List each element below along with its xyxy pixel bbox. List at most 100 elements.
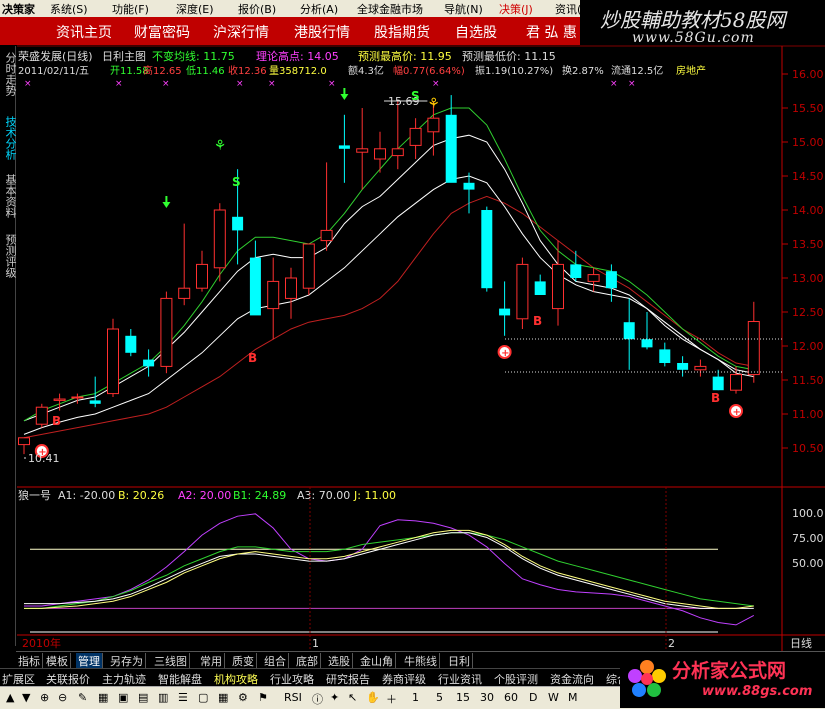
candle-body-up	[694, 365, 707, 371]
buy-mark-3: B	[533, 314, 542, 328]
flower-logo-icon	[628, 660, 666, 697]
draw-icon[interactable]: ✎	[78, 691, 87, 704]
tab-save-as[interactable]: 另存为	[108, 653, 146, 669]
predict-high: 预测最高价: 11.95	[358, 49, 452, 63]
candle-body-down	[677, 363, 689, 370]
window-icon[interactable]: ▣	[118, 691, 128, 704]
signal-marks: +++⚘⚘	[24, 88, 743, 459]
price-tick-label: 12.00	[792, 340, 824, 353]
candle-body-down	[249, 257, 261, 316]
price-tick-label: 16.00	[792, 68, 824, 81]
tab-transform[interactable]: 质变	[230, 653, 257, 669]
zoom-in-icon[interactable]: ⊕	[40, 691, 49, 704]
tab-three-line[interactable]: 三线图	[152, 653, 190, 669]
info-amplitude: 振1.19(10.27%)	[475, 64, 553, 77]
candle-body-up	[730, 374, 742, 391]
low-price-label: 10.41	[28, 452, 60, 465]
ma-green-line	[23, 107, 754, 422]
btn-main-track[interactable]: 主力轨迹	[102, 671, 146, 687]
tab-indicator[interactable]: 指标	[16, 653, 43, 669]
bar-chart-icon[interactable]: ▥	[158, 691, 168, 704]
btn-period-week[interactable]: W	[548, 691, 559, 704]
plus-icon[interactable]: ＋	[386, 691, 397, 707]
tab-manage[interactable]: 管理	[76, 653, 103, 669]
arrow-up-icon[interactable]: ▲	[6, 691, 14, 704]
table-icon[interactable]: ▦	[218, 691, 228, 704]
btn-research-report[interactable]: 研究报告	[326, 671, 370, 687]
tool-icon[interactable]: ⚙	[238, 691, 248, 704]
period-label[interactable]: 日线	[790, 636, 812, 650]
candle-body-up	[391, 148, 404, 157]
btn-period-month[interactable]: M	[568, 691, 578, 704]
btn-period-1[interactable]: 1	[412, 691, 419, 704]
tab-bottom[interactable]: 底部	[294, 653, 321, 669]
btn-smart-analysis[interactable]: 智能解盘	[158, 671, 202, 687]
btn-industry-news[interactable]: 行业资讯	[438, 671, 482, 687]
info-sector: 房地产	[676, 64, 706, 77]
grid-icon[interactable]: ▦	[98, 691, 108, 704]
btn-period-day[interactable]: D	[529, 691, 537, 704]
tab-combo[interactable]: 组合	[262, 653, 289, 669]
btn-period-5[interactable]: 5	[436, 691, 443, 704]
x-mark: ×	[610, 79, 618, 89]
cursor-icon[interactable]: ↖	[348, 691, 357, 704]
btn-period-15[interactable]: 15	[456, 691, 470, 704]
btn-rsi[interactable]: RSI	[284, 691, 302, 704]
sell-signal-icon: ⚘	[214, 138, 227, 154]
candle-body-down	[143, 359, 155, 367]
btn-stock-review[interactable]: 个股评测	[494, 671, 538, 687]
indicator-a2: A2: 20.00	[178, 489, 231, 502]
star-icon[interactable]: ✦	[330, 691, 339, 704]
ma-white-line-2	[23, 175, 754, 435]
btn-extension-area[interactable]: 扩展区	[2, 671, 35, 687]
predict-low: 预测最低价: 11.15	[462, 50, 556, 63]
candle-body-up	[374, 148, 386, 160]
time-axis-month-2: 2	[668, 637, 675, 650]
tab-common[interactable]: 常用	[198, 653, 225, 669]
buy-mark-2: B	[248, 351, 257, 365]
chart-area: 荣盛发展(日线) 日利主图 不变均线: 11.75 理论高点: 14.05 预测…	[17, 45, 825, 651]
tab-golden-triangle[interactable]: 金山角	[358, 653, 396, 669]
x-mark: ×	[236, 79, 244, 89]
zoom-out-icon[interactable]: ⊖	[58, 691, 67, 704]
time-axis-month-1: 1	[312, 637, 319, 650]
price-tick-label: 14.00	[792, 204, 824, 217]
sell-mark-2: S	[411, 89, 420, 103]
candle-body-up	[160, 297, 173, 367]
buy-mark-1: B	[52, 414, 61, 428]
arrow-down-icon[interactable]: ▼	[22, 691, 30, 704]
candle-body-down	[570, 264, 582, 278]
candle-body-up	[285, 277, 297, 299]
list-icon[interactable]: ☰	[178, 691, 188, 704]
candle-body-up	[409, 127, 422, 146]
info-icon[interactable]: ⓘ	[312, 691, 323, 707]
ind-axis-75: 75.00	[792, 532, 824, 545]
indicator-j: J: 11.00	[353, 489, 396, 502]
btn-period-60[interactable]: 60	[504, 691, 518, 704]
tab-rili[interactable]: 日利	[446, 653, 473, 669]
candle-body-down	[641, 339, 653, 348]
ma-red-line	[23, 195, 754, 439]
tab-bull-bear[interactable]: 牛熊线	[402, 653, 440, 669]
tab-stock-pick[interactable]: 选股	[326, 653, 353, 669]
btn-broker-rating[interactable]: 券商评级	[382, 671, 426, 687]
btn-period-30[interactable]: 30	[480, 691, 494, 704]
tab-template[interactable]: 模板	[44, 653, 71, 669]
indicator-yellow-line	[24, 529, 754, 609]
flag-icon[interactable]: ⚑	[258, 691, 268, 704]
chart-icon[interactable]: ▤	[138, 691, 148, 704]
btn-related-quote[interactable]: 关联报价	[46, 671, 90, 687]
candle-body-down	[712, 376, 724, 391]
price-axis: 16.00 15.50 15.00 14.50 14.00 13.50 13.00 12.50…	[782, 68, 824, 455]
indicator-a3: A3: 70.00	[297, 489, 350, 502]
btn-industry-strategy[interactable]: 行业攻略	[270, 671, 314, 687]
candle-body-down	[445, 114, 457, 183]
candle-body-up	[267, 280, 280, 310]
ind-axis-50: 50.00	[792, 557, 824, 570]
btn-institution-strategy[interactable]: 机构攻略	[214, 671, 258, 687]
candle-body-down	[534, 281, 546, 295]
hand-icon[interactable]: ✋	[366, 691, 380, 704]
x-mark: ×	[268, 79, 276, 89]
page-icon[interactable]: ▢	[198, 691, 208, 704]
btn-fund-flow[interactable]: 资金流向	[550, 671, 594, 687]
